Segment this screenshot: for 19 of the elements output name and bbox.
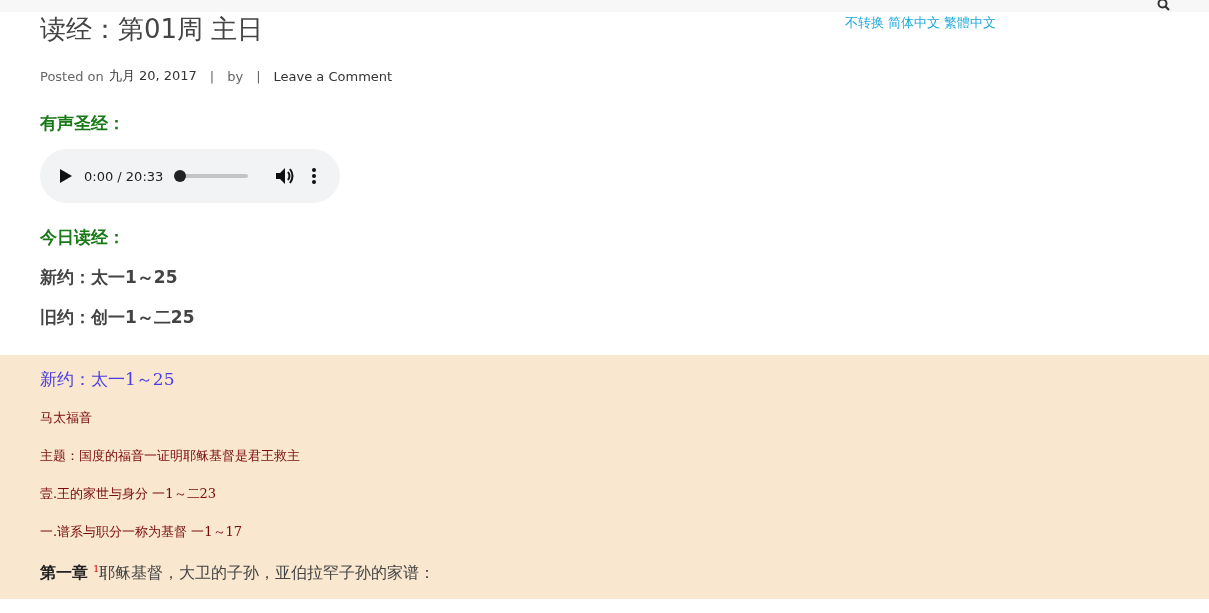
outline-text: 马太福音 xyxy=(40,409,92,427)
time-display: 0:00 / 20:33 xyxy=(84,168,164,184)
meta-separator: | xyxy=(209,68,215,84)
post-date-link[interactable]: 九月 20, 2017 xyxy=(108,67,197,85)
section-heading: 今日读经： xyxy=(40,226,125,249)
post-title: 读经：第01周 主日 xyxy=(40,13,264,46)
outline-text: 一.谱系与职分一称为基督 一1～17 xyxy=(40,523,243,541)
section-heading: 有声圣经： xyxy=(40,112,125,135)
reading-reference: 旧约：创一1～二25 xyxy=(40,306,195,329)
outline-text: 主题：国度的福音一证明耶稣基督是君王救主 xyxy=(40,447,300,465)
posted-label: Posted on xyxy=(40,68,104,84)
passage-heading: 新约：太一1～25 xyxy=(40,369,175,389)
reading-reference: 新约：太一1～25 xyxy=(40,266,178,289)
audio-player[interactable]: 0:00 / 20:33 xyxy=(40,149,340,203)
verse-text: 第一章 $^{1}$耶稣基督，大卫的子孙，亚伯拉罕子孙的家谱： xyxy=(40,562,436,584)
comment-link[interactable]: Leave a Comment xyxy=(273,68,393,84)
outline-text: 壹.王的家世与身分 一1～二23 xyxy=(40,485,217,503)
author-label: by xyxy=(227,68,244,84)
meta-separator: | xyxy=(256,68,261,84)
